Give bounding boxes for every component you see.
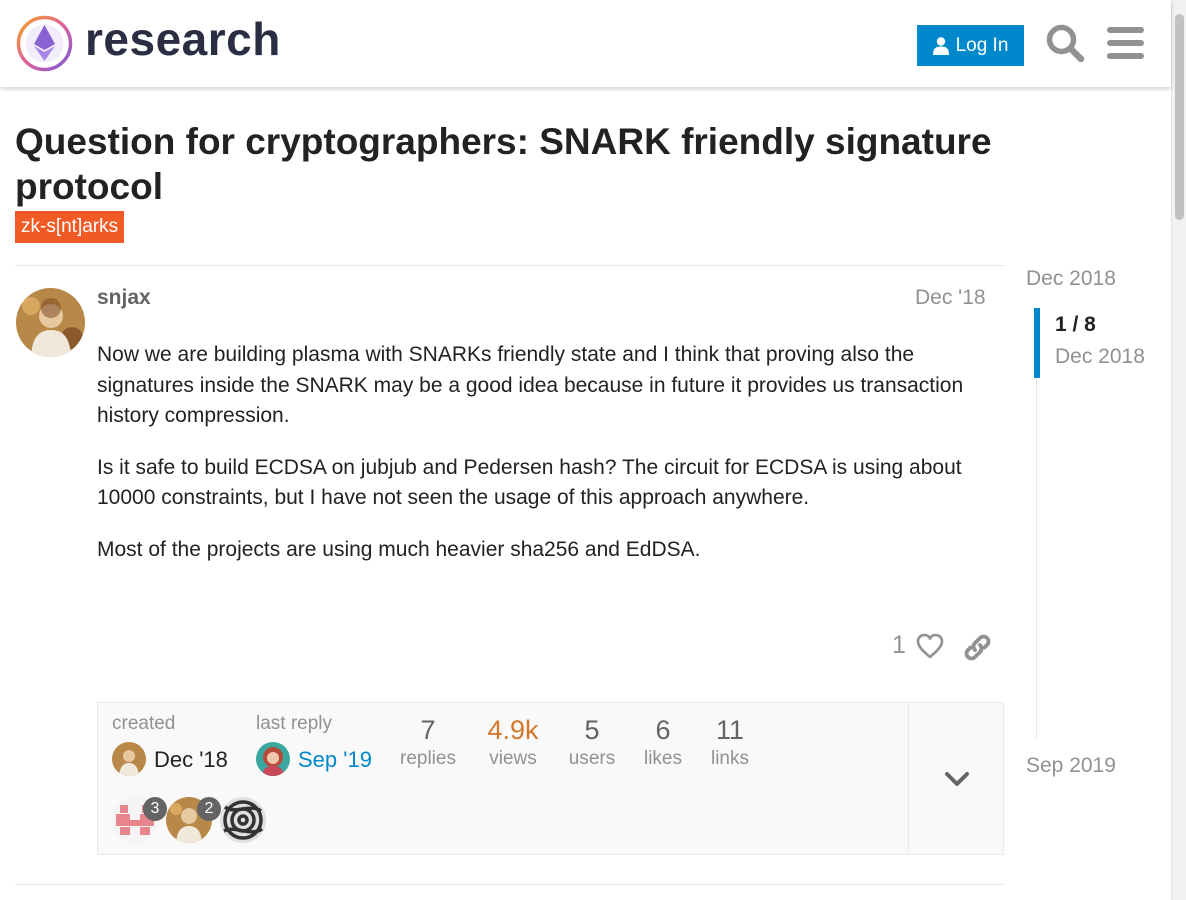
stat-replies-label: replies xyxy=(400,748,456,769)
timeline-current-date: Dec 2018 xyxy=(1055,345,1145,368)
avatar-image-icon xyxy=(220,797,266,843)
post-body: Now we are building plasma with SNARKs f… xyxy=(97,340,967,586)
page-scrollbar[interactable] xyxy=(1171,0,1186,900)
topic-title-line-2: protocol xyxy=(15,166,163,207)
stat-likes-label: likes xyxy=(643,748,682,769)
timeline-scroll-handle[interactable] xyxy=(1034,308,1040,378)
created-date[interactable]: Dec '18 xyxy=(154,747,228,773)
stat-views-label: views xyxy=(489,748,537,769)
last-reply-label: last reply xyxy=(256,713,333,734)
share-link-icon[interactable] xyxy=(963,633,992,662)
timeline-end-date[interactable]: Sep 2019 xyxy=(1026,754,1116,778)
post-paragraph: Is it safe to build ECDSA on jubjub and … xyxy=(97,455,962,510)
like-button[interactable]: 1 xyxy=(892,631,944,660)
topic-title-line-1: Question for cryptographers: SNARK frien… xyxy=(15,121,992,162)
stat-replies-number: 7 xyxy=(420,715,436,745)
creator-avatar[interactable] xyxy=(112,742,146,776)
post-author-username[interactable]: snjax xyxy=(97,286,151,310)
site-name: research xyxy=(85,13,281,65)
last-replier-avatar[interactable] xyxy=(256,742,290,776)
login-label: Log In xyxy=(955,34,1009,56)
stat-likes: 6 likes xyxy=(635,715,691,770)
post-date[interactable]: Dec '18 xyxy=(915,286,986,310)
participant-post-count: 3 xyxy=(143,797,167,821)
stat-links-number: 11 xyxy=(715,715,745,745)
avatar-image-icon xyxy=(112,742,146,776)
last-reply-date[interactable]: Sep '19 xyxy=(298,747,372,773)
topic-map: created Dec '18 last reply Sep '19 7 rep… xyxy=(97,702,1004,855)
topic-title[interactable]: Question for cryptographers: SNARK frien… xyxy=(15,119,1075,209)
participant-avatar[interactable] xyxy=(220,797,266,843)
participant-post-count: 2 xyxy=(197,797,221,821)
created-label: created xyxy=(112,713,176,734)
post-paragraph: Now we are building plasma with SNARKs f… xyxy=(97,343,964,427)
timeline-position: 1 / 8 xyxy=(1055,313,1096,336)
site-logo[interactable]: research xyxy=(16,13,280,72)
stat-links-label: links xyxy=(710,748,749,769)
post-paragraph: Most of the projects are using much heav… xyxy=(97,537,701,561)
stat-users-number: 5 xyxy=(584,715,600,745)
login-button[interactable]: Log In xyxy=(917,25,1024,66)
divider xyxy=(15,265,1004,266)
stat-links[interactable]: 11 links xyxy=(703,715,757,770)
like-count[interactable]: 1 xyxy=(892,631,906,660)
stat-views-number: 4.9k xyxy=(487,715,539,745)
site-header: research Log In xyxy=(0,0,1171,87)
stat-replies: 7 replies xyxy=(396,715,460,770)
stat-users-label: users xyxy=(568,748,616,769)
stat-users: 5 users xyxy=(562,715,622,770)
expand-topic-map-button[interactable] xyxy=(908,703,1004,854)
avatar-image-icon xyxy=(16,288,85,357)
heart-icon xyxy=(916,633,944,658)
divider xyxy=(15,884,1004,885)
timeline-start-date[interactable]: Dec 2018 xyxy=(1026,267,1116,291)
topic-tag[interactable]: zk-s[nt]arks xyxy=(15,211,125,243)
post-author-avatar[interactable] xyxy=(16,288,85,357)
logo-icon xyxy=(16,15,73,72)
hamburger-menu-icon[interactable] xyxy=(1107,26,1144,60)
user-icon xyxy=(932,36,949,55)
stat-views: 4.9k views xyxy=(478,715,548,770)
avatar-image-icon xyxy=(256,742,290,776)
scrollbar-thumb[interactable] xyxy=(1175,14,1184,220)
stat-likes-number: 6 xyxy=(655,715,671,745)
search-icon[interactable] xyxy=(1045,23,1085,63)
chevron-down-icon xyxy=(945,772,969,786)
